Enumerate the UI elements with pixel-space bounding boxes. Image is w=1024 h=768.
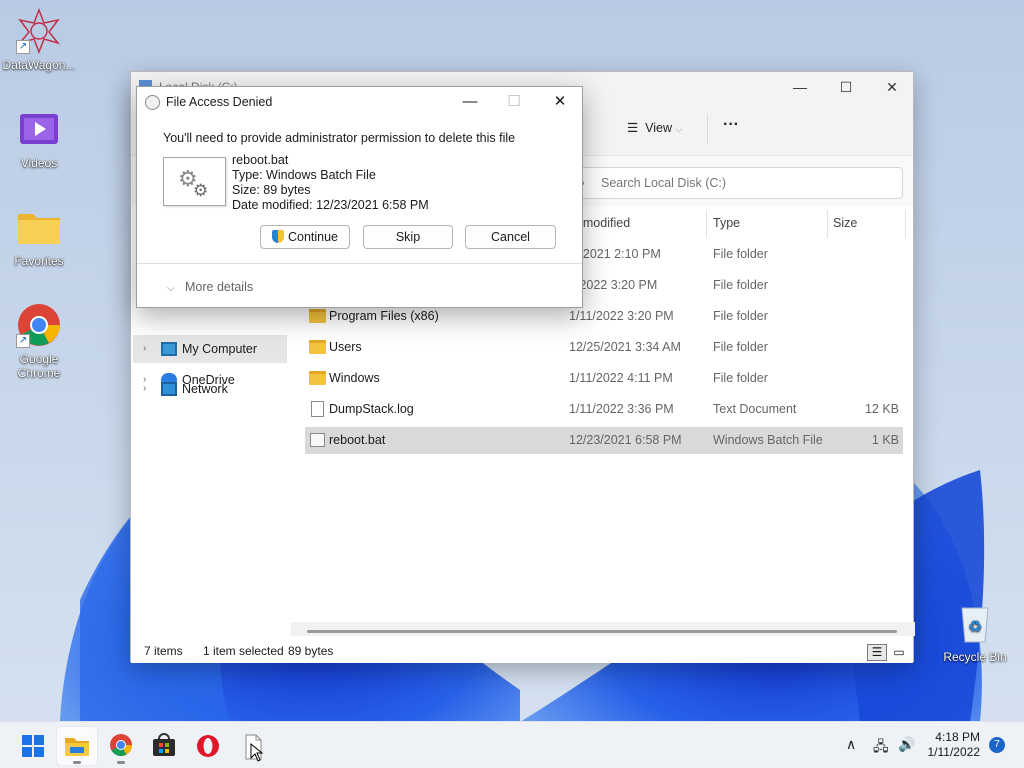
recycle-bin-icon: ♻ [952, 600, 998, 646]
dialog-maximize-button: ☐ [507, 93, 521, 110]
continue-button[interactable]: Continue [260, 225, 350, 249]
network-icon [161, 382, 177, 396]
file-name: reboot.bat [232, 153, 289, 167]
taskbar-file-explorer[interactable] [57, 727, 97, 765]
file-row[interactable]: Windows 1/11/2022 4:11 PM File folder [305, 365, 903, 392]
desktop-icon-chrome[interactable]: ↗ Google Chrome [0, 302, 78, 380]
clock-time: 4:18 PM [935, 730, 980, 744]
dialog-message: You'll need to provide administrator per… [163, 131, 516, 145]
column-header-type[interactable]: Type [713, 216, 740, 230]
horizontal-scrollbar[interactable] [291, 622, 915, 636]
column-separator[interactable] [706, 210, 707, 238]
chevron-right-icon: › [143, 383, 147, 394]
details-view-button[interactable]: ☰ [867, 644, 887, 661]
dialog-minimize-button[interactable]: — [450, 91, 490, 113]
shortcut-arrow-icon: ↗ [16, 40, 30, 54]
file-date: Date modified: 12/23/2021 6:58 PM [232, 198, 429, 212]
dialog-title: File Access Denied [166, 95, 273, 109]
desktop-icon-recycle-bin[interactable]: ♻ Recycle Bin [936, 600, 1014, 664]
folder-icon [309, 371, 326, 385]
folder-icon [16, 204, 62, 250]
tiles-view-button[interactable]: ▭ [889, 644, 909, 661]
desktop-icon-datawagon[interactable]: ↗ DataWagon... [0, 7, 78, 72]
selection-size: 89 bytes [288, 644, 334, 658]
toolbar-divider [707, 114, 708, 144]
maximize-button[interactable]: ☐ [823, 72, 869, 102]
uac-shield-icon [271, 230, 284, 243]
cancel-button[interactable]: Cancel [465, 225, 556, 249]
taskbar-store[interactable] [144, 727, 184, 765]
file-explorer-icon [65, 738, 89, 756]
start-button[interactable] [13, 727, 53, 765]
taskbar-chrome[interactable] [101, 727, 141, 765]
selection-count: 1 item selected [203, 644, 284, 658]
opera-icon [197, 735, 219, 757]
chevron-down-icon: ⌵ [167, 283, 175, 294]
chevron-right-icon: › [143, 343, 147, 354]
file-size: Size: 89 bytes [232, 183, 311, 197]
nav-item-my-computer[interactable]: › My Computer [133, 335, 287, 363]
search-input[interactable] [601, 176, 891, 190]
chrome-icon [110, 734, 132, 756]
status-bar: 7 items 1 item selected 89 bytes ☰ ▭ [131, 638, 913, 663]
desktop-icon-favorites[interactable]: Favorites [0, 204, 78, 268]
dialog-divider [137, 263, 582, 264]
taskbar-document[interactable] [233, 727, 273, 765]
folder-icon [309, 340, 326, 354]
dialog-close-button[interactable]: ✕ [540, 91, 580, 113]
taskbar-opera[interactable] [188, 727, 228, 765]
desktop-icon-videos[interactable]: Videos [0, 106, 78, 170]
svg-text:♻: ♻ [968, 619, 982, 636]
nav-item-network[interactable]: › Network [133, 375, 287, 403]
clock-date: 1/11/2022 [927, 745, 981, 759]
view-button[interactable]: ☰ View ⌵ [627, 120, 682, 135]
clock-icon [145, 95, 160, 110]
item-count: 7 items [144, 644, 183, 658]
column-header-size[interactable]: Size [833, 216, 857, 230]
file-row[interactable]: DumpStack.log 1/11/2022 3:36 PM Text Doc… [305, 396, 903, 423]
more-options-button[interactable]: ··· [723, 116, 739, 134]
network-status-icon[interactable]: 🖧 [873, 736, 889, 760]
file-thumbnail: ⚙ ⚙ [163, 157, 226, 206]
view-icon: ☰ [627, 121, 639, 135]
file-row[interactable]: Users 12/25/2021 3:34 AM File folder [305, 334, 903, 361]
show-hidden-icons-button[interactable]: ∧ [846, 736, 856, 753]
gear-icon: ⚙ [193, 181, 209, 200]
folder-icon [309, 309, 326, 323]
text-document-icon [311, 401, 324, 417]
store-icon [153, 733, 175, 756]
column-separator[interactable] [905, 210, 906, 238]
running-indicator [117, 761, 125, 764]
scrollbar-thumb[interactable] [307, 630, 897, 633]
taskbar: ∧ 🖧 🔊 4:18 PM 1/11/2022 7 [0, 721, 1024, 768]
file-type: Type: Windows Batch File [232, 168, 376, 182]
volume-icon[interactable]: 🔊 [898, 736, 915, 753]
monitor-icon [161, 342, 177, 356]
shortcut-arrow-icon: ↗ [16, 334, 30, 348]
search-box[interactable]: ⌕ [567, 167, 903, 199]
skip-button[interactable]: Skip [363, 225, 453, 249]
chrome-icon: ↗ [16, 302, 62, 348]
batch-file-icon [310, 433, 325, 447]
mouse-cursor-icon [250, 743, 264, 762]
clock[interactable]: 4:18 PM 1/11/2022 [928, 730, 981, 760]
minimize-button[interactable]: — [777, 72, 823, 102]
running-indicator [73, 761, 81, 764]
start-icon [22, 735, 44, 757]
file-row-selected[interactable]: reboot.bat 12/23/2021 6:58 PM Windows Ba… [305, 427, 903, 454]
close-button[interactable]: ✕ [869, 72, 915, 102]
file-access-denied-dialog: File Access Denied — ☐ ✕ You'll need to … [136, 86, 583, 308]
more-details-toggle[interactable]: ⌵ More details [167, 280, 253, 294]
chevron-down-icon: ⌵ [675, 124, 683, 134]
notification-badge[interactable]: 7 [989, 737, 1005, 753]
column-separator[interactable] [827, 210, 828, 238]
videos-folder-icon [16, 106, 62, 152]
datawagon-icon: ↗ [16, 7, 62, 55]
